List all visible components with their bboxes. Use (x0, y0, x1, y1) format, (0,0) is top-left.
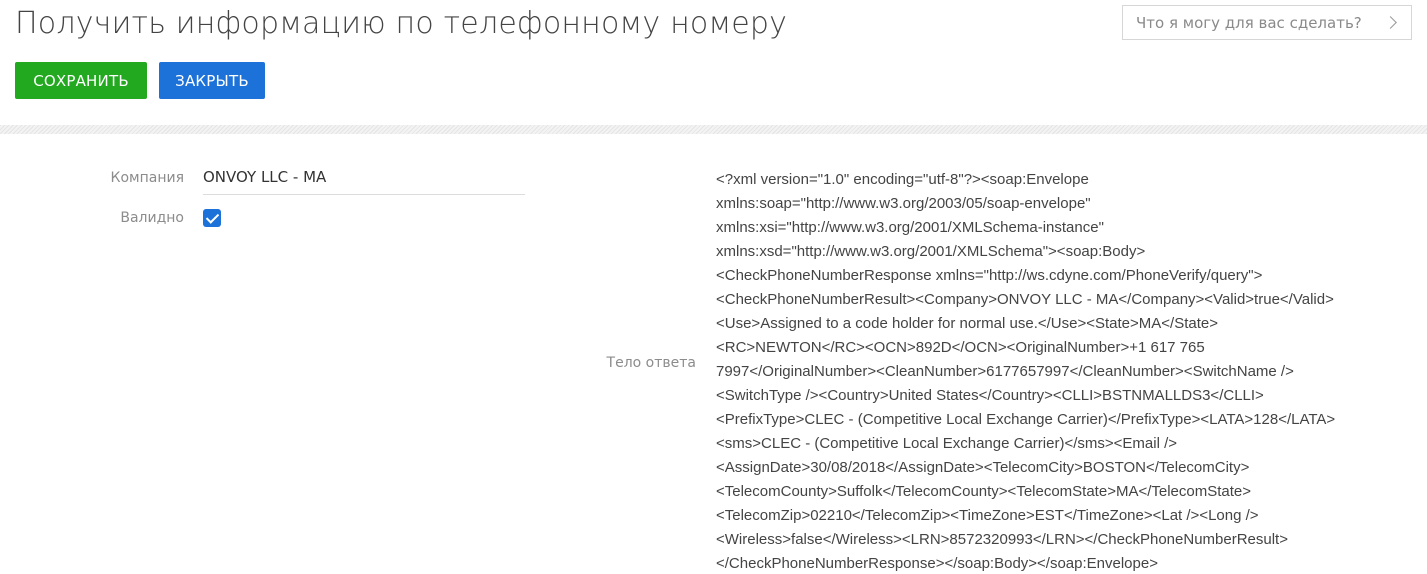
company-field[interactable]: ONVOY LLC - MA (203, 168, 525, 195)
response-line: <Wireless>false</Wireless><LRN>857232099… (716, 531, 1288, 548)
response-line: <PrefixType>CLEC - (Competitive Local Ex… (716, 411, 1336, 428)
checkmark-icon (205, 210, 220, 224)
response-body-text: <?xml version="1.0" encoding="utf-8"?><s… (716, 168, 1416, 574)
response-body-label: Тело ответа (606, 355, 696, 371)
response-line: 7997</OriginalNumber><CleanNumber>617765… (716, 363, 1294, 380)
assistant-placeholder: Что я могу для вас сделать? (1136, 13, 1362, 32)
close-button[interactable]: ЗАКРЫТЬ (159, 62, 265, 99)
company-label: Компания (110, 170, 184, 186)
page-title: Получить информацию по телефонному номер… (15, 6, 788, 41)
response-line: xmlns:soap="http://www.w3.org/2003/05/so… (716, 195, 1091, 212)
response-line: <CheckPhoneNumberResult><Company>ONVOY L… (716, 291, 1334, 308)
valid-label: Валидно (120, 210, 184, 226)
response-line: <TelecomZip>02210</TelecomZip><TimeZone>… (716, 507, 1259, 524)
chevron-right-icon[interactable] (1384, 16, 1397, 29)
section-divider (0, 125, 1427, 134)
save-button[interactable]: СОХРАНИТЬ (15, 62, 147, 99)
valid-checkbox[interactable] (203, 209, 221, 227)
response-line: <Use>Assigned to a code holder for norma… (716, 315, 1218, 332)
response-line: <CheckPhoneNumberResponse xmlns="http://… (716, 267, 1263, 284)
response-line: <TelecomCounty>Suffolk</TelecomCounty><T… (716, 483, 1252, 500)
response-line: <RC>NEWTON</RC><OCN>892D</OCN><OriginalN… (716, 339, 1205, 356)
response-line: <?xml version="1.0" encoding="utf-8"?><s… (716, 171, 1089, 188)
response-line: <AssignDate>30/08/2018</AssignDate><Tele… (716, 459, 1250, 476)
assistant-search-input[interactable]: Что я могу для вас сделать? (1122, 5, 1412, 40)
response-line: xmlns:xsi="http://www.w3.org/2001/XMLSch… (716, 219, 1104, 236)
response-line: xmlns:xsd="http://www.w3.org/2001/XMLSch… (716, 243, 1146, 260)
response-line: </CheckPhoneNumberResponse></soap:Body><… (716, 555, 1158, 572)
response-line: <SwitchType /><Country>United States</Co… (716, 387, 1264, 404)
response-line: <sms>CLEC - (Competitive Local Exchange … (716, 435, 1178, 452)
